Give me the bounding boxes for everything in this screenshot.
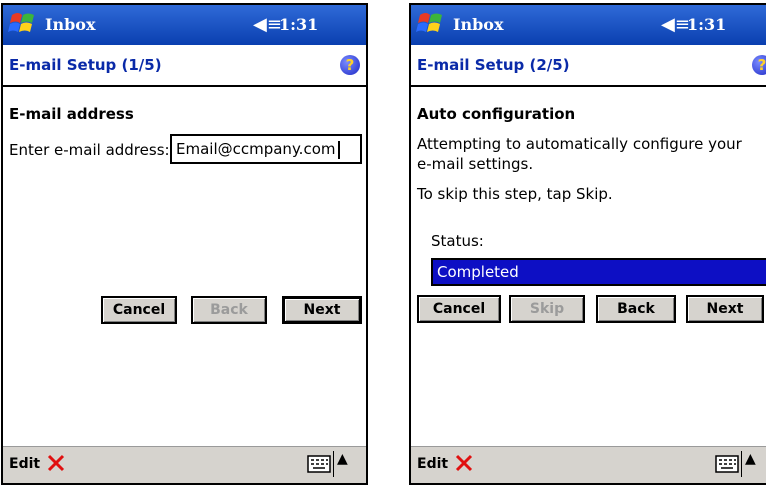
delete-x-icon[interactable] xyxy=(455,454,473,472)
next-button[interactable]: Next xyxy=(282,296,362,324)
page-title: E-mail Setup (1/5) xyxy=(9,56,162,74)
title-bar: Inbox ◀︎≡ 1:31 xyxy=(3,5,366,45)
section-title: E-mail address xyxy=(9,105,134,123)
page-title: E-mail Setup (2/5) xyxy=(417,56,570,74)
windows-flag-icon[interactable] xyxy=(6,9,40,41)
edit-menu[interactable]: Edit xyxy=(9,456,40,472)
status-field: Completed xyxy=(431,258,766,286)
back-button[interactable]: Back xyxy=(191,296,267,324)
speaker-icon[interactable]: ◀︎≡ xyxy=(661,14,690,35)
command-bar: Edit ▲ xyxy=(3,446,366,483)
app-title: Inbox xyxy=(453,15,504,34)
help-icon[interactable]: ? xyxy=(752,55,766,75)
section-title: Auto configuration xyxy=(417,105,576,123)
speaker-icon[interactable]: ◀︎≡ xyxy=(253,14,282,35)
skip-button[interactable]: Skip xyxy=(509,295,585,323)
up-arrow-icon[interactable]: ▲ xyxy=(337,451,348,467)
up-arrow-icon[interactable]: ▲ xyxy=(745,451,756,467)
app-title: Inbox xyxy=(45,15,96,34)
cancel-button[interactable]: Cancel xyxy=(101,296,177,324)
email-label: Enter e-mail address: xyxy=(9,141,170,159)
page-header: E-mail Setup (1/5) ? xyxy=(3,45,366,87)
next-button[interactable]: Next xyxy=(686,295,764,323)
keyboard-icon[interactable] xyxy=(307,455,331,473)
keyboard-icon[interactable] xyxy=(715,455,739,473)
title-bar: Inbox ◀︎≡ 1:31 xyxy=(411,5,766,45)
description-line-2: e-mail settings. xyxy=(417,155,534,173)
divider xyxy=(333,451,334,477)
skip-instruction: To skip this step, tap Skip. xyxy=(417,185,613,203)
edit-menu[interactable]: Edit xyxy=(417,456,448,472)
help-icon[interactable]: ? xyxy=(340,55,360,75)
setup-screen-1: Inbox ◀︎≡ 1:31 E-mail Setup (1/5) ? E-ma… xyxy=(1,3,368,485)
page-header: E-mail Setup (2/5) ? xyxy=(411,45,766,87)
description-line-1: Attempting to automatically configure yo… xyxy=(417,135,742,153)
command-bar: Edit ▲ xyxy=(411,446,766,483)
clock[interactable]: 1:31 xyxy=(279,15,318,34)
status-label: Status: xyxy=(431,232,484,250)
windows-flag-icon[interactable] xyxy=(414,9,448,41)
email-value: Email@ccmpany.com xyxy=(176,140,336,158)
clock[interactable]: 1:31 xyxy=(687,15,726,34)
text-caret xyxy=(337,140,340,159)
back-button[interactable]: Back xyxy=(596,295,676,323)
setup-screen-2: Inbox ◀︎≡ 1:31 E-mail Setup (2/5) ? Auto… xyxy=(409,3,766,485)
cancel-button[interactable]: Cancel xyxy=(417,295,501,323)
email-field[interactable]: Email@ccmpany.com xyxy=(170,134,362,164)
divider xyxy=(741,451,742,477)
delete-x-icon[interactable] xyxy=(47,454,65,472)
